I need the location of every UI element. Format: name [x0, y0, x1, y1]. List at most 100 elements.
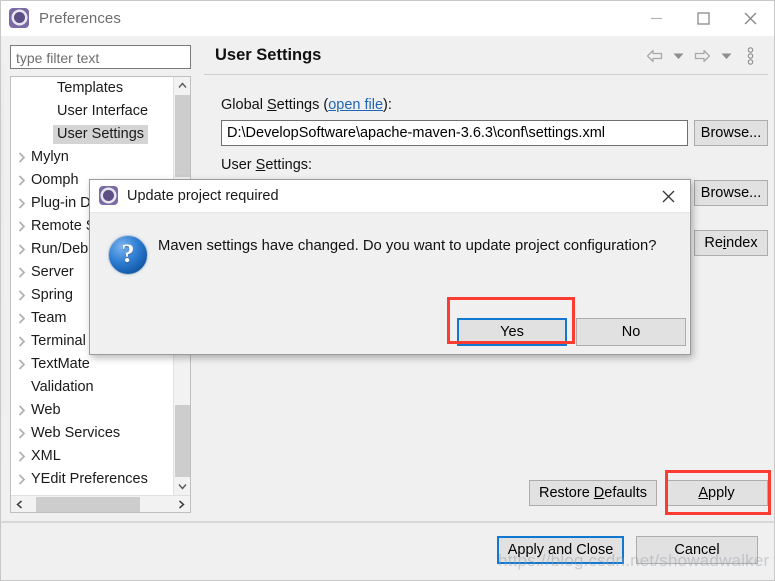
sidebar-item-label: User Interface [57, 103, 149, 119]
global-settings-browse-button[interactable]: Browse... [694, 120, 768, 146]
scrollbar-thumb-horizontal[interactable] [36, 496, 140, 512]
back-menu-chevron-down-icon[interactable] [667, 44, 689, 68]
window-left-edge [1, 37, 4, 507]
chevron-right-icon [13, 313, 31, 324]
chevron-right-icon [13, 221, 31, 232]
chevron-right-icon [13, 451, 31, 462]
sidebar-item-validation[interactable]: Validation [11, 376, 173, 399]
forward-arrow-icon[interactable] [691, 44, 713, 68]
sidebar-item-label: YEdit Preferences [31, 471, 148, 487]
sidebar-item-label: User Settings [53, 125, 149, 144]
chevron-right-icon [13, 428, 31, 439]
sidebar-item-label: Server [31, 264, 74, 280]
chevron-right-icon [13, 175, 31, 186]
global-settings-label: Global Settings (open file): [221, 97, 392, 113]
chevron-right-icon [13, 336, 31, 347]
close-icon[interactable] [727, 1, 774, 36]
dialog-titlebar: Update project required [90, 180, 690, 213]
chevron-right-icon [13, 290, 31, 301]
chevron-right-icon [13, 474, 31, 485]
sidebar-item-label: Oomph [31, 172, 79, 188]
sidebar-item-label: Terminal [31, 333, 86, 349]
filter-placeholder: type filter text [16, 50, 100, 66]
yes-highlight-box [447, 297, 575, 344]
apply-and-close-button[interactable]: Apply and Close [497, 536, 624, 564]
user-settings-browse-button[interactable]: Browse... [694, 180, 768, 206]
chevron-right-icon [13, 244, 31, 255]
scroll-up-icon[interactable] [174, 77, 191, 94]
scrollbar-thumb-top[interactable] [175, 95, 190, 177]
dialog-body: ? Maven settings have changed. Do you wa… [90, 213, 690, 355]
scrollbar-track[interactable] [28, 496, 173, 513]
reindex-button[interactable]: Reindex [694, 230, 768, 256]
sidebar-item-web-services[interactable]: Web Services [11, 422, 173, 445]
chevron-right-icon [13, 405, 31, 416]
global-settings-label-post: ettings ( [276, 97, 329, 113]
user-settings-label-post: ettings: [265, 157, 313, 173]
minimize-icon[interactable] [633, 1, 680, 36]
back-arrow-icon[interactable] [643, 44, 665, 68]
window-title: Preferences [39, 10, 121, 27]
gear-icon [99, 186, 119, 206]
sidebar-item-label: TextMate [31, 356, 90, 372]
cancel-button[interactable]: Cancel [636, 536, 758, 564]
reindex-label: Reindex [704, 235, 758, 251]
footer-bar: ? [1, 522, 774, 580]
no-button[interactable]: No [576, 318, 686, 346]
sidebar-item-textmate[interactable]: TextMate [11, 353, 173, 376]
chevron-right-icon [13, 359, 31, 370]
panel-header: User Settings [204, 37, 768, 75]
close-icon[interactable] [646, 180, 690, 213]
scroll-down-icon[interactable] [174, 478, 191, 495]
update-project-dialog: Update project required ? Maven settings… [89, 179, 691, 355]
page-title: User Settings [215, 46, 322, 64]
global-settings-path-input[interactable]: D:\DevelopSoftware\apache-maven-3.6.3\co… [221, 120, 688, 146]
global-settings-label-pre: Global [221, 97, 267, 113]
filter-input[interactable]: type filter text [10, 45, 191, 69]
tree-horizontal-scrollbar[interactable] [11, 495, 190, 512]
user-settings-mnemonic: S [255, 157, 266, 173]
panel-navigation [643, 44, 761, 68]
sidebar-item-user-interface[interactable]: User Interface [11, 100, 173, 123]
sidebar-item-mylyn[interactable]: Mylyn [11, 146, 173, 169]
sidebar-item-yedit-preferences[interactable]: YEdit Preferences [11, 468, 173, 491]
maximize-icon[interactable] [680, 1, 727, 36]
sidebar-item-label: Web [31, 402, 61, 418]
scrollbar-thumb[interactable] [175, 405, 190, 477]
sidebar-item-label: Team [31, 310, 67, 326]
restore-defaults-post: efaults [604, 485, 648, 501]
forward-menu-chevron-down-icon[interactable] [715, 44, 737, 68]
user-settings-label: User Settings: [221, 157, 312, 173]
sidebar-item-xml[interactable]: XML [11, 445, 173, 468]
sidebar-item-templates[interactable]: Templates [11, 77, 173, 100]
restore-defaults-mnemonic: D [593, 485, 605, 501]
scroll-right-icon[interactable] [173, 496, 190, 513]
window-controls [633, 1, 774, 36]
sidebar-item-user-settings[interactable]: User Settings [11, 123, 173, 146]
sidebar-item-label: Mylyn [31, 149, 69, 165]
preferences-window: Preferences type filter text Templates Us… [0, 0, 775, 581]
user-settings-label-pre: User [221, 157, 256, 173]
restore-defaults-button[interactable]: Restore Defaults [529, 480, 657, 506]
dialog-message: Maven settings have changed. Do you want… [158, 238, 657, 254]
sidebar-item-label: Validation [31, 379, 94, 395]
sidebar-item-label: XML [31, 448, 61, 464]
scroll-left-icon[interactable] [11, 496, 28, 513]
global-settings-mnemonic: S [266, 97, 277, 113]
view-menu-icon[interactable] [739, 44, 761, 68]
chevron-right-icon [13, 267, 31, 278]
sidebar-item-label: Spring [31, 287, 73, 303]
chevron-right-icon [13, 198, 31, 209]
restore-defaults-label: Restore Defaults [539, 485, 647, 501]
open-file-link[interactable]: open file [328, 97, 383, 113]
dialog-title: Update project required [127, 188, 279, 204]
gear-icon [9, 7, 31, 30]
window-titlebar: Preferences [1, 1, 774, 36]
restore-defaults-pre: Restore [538, 485, 594, 501]
apply-highlight-box [665, 470, 771, 515]
sidebar-item-web[interactable]: Web [11, 399, 173, 422]
global-settings-label-end: ): [383, 97, 392, 113]
chevron-right-icon [13, 152, 31, 163]
sidebar-item-label: Templates [57, 80, 124, 96]
question-icon: ? [108, 235, 148, 275]
